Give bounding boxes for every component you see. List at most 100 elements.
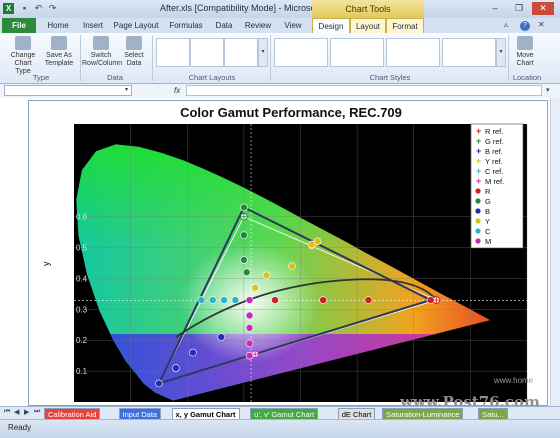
close-icon[interactable]: ✕ [532, 2, 554, 15]
redo-icon[interactable]: ↷ [47, 3, 58, 14]
legend-entry: C ref. [485, 167, 503, 176]
chart-style-1[interactable] [274, 38, 328, 67]
legend-marker-dot [475, 198, 481, 204]
restore-icon[interactable]: ❐ [508, 2, 530, 15]
switch-icon [93, 36, 109, 50]
save-icon[interactable]: ▪ [19, 3, 30, 14]
legend-entry: G [485, 197, 491, 206]
tab-review[interactable]: Review [240, 18, 276, 33]
ribbon: Change Chart Type Save As Template Type … [0, 33, 560, 84]
group-label-chart-styles: Chart Styles [369, 73, 411, 82]
ribbon-minimize-icon[interactable]: ▵ [504, 20, 508, 29]
legend-marker-cross: + [476, 146, 481, 156]
legend-entry: M ref. [485, 177, 504, 186]
data-point [251, 283, 259, 292]
legend-entry: Y [485, 217, 490, 226]
tab-layout[interactable]: Layout [350, 18, 386, 33]
tab-data[interactable]: Data [210, 18, 238, 33]
template-icon [51, 36, 67, 50]
data-point [245, 324, 254, 332]
chart-style-4[interactable] [442, 38, 496, 67]
move-chart-button[interactable]: Move Chart [512, 36, 538, 68]
legend-marker-dot [475, 238, 481, 244]
group-label-location: Location [512, 73, 542, 82]
data-point [288, 262, 296, 270]
window-title: After.xls [Compatibility Mode] - Microso… [160, 3, 337, 13]
chart-style-2[interactable] [330, 38, 384, 67]
group-label-chart-layouts: Chart Layouts [188, 73, 236, 82]
legend-marker-dot [475, 208, 481, 214]
vertical-scrollbar[interactable] [550, 98, 560, 406]
legend-marker-cross: + [476, 136, 481, 146]
chart-layout-thumb-3[interactable] [224, 38, 258, 67]
excel-logo-icon[interactable]: X [3, 3, 14, 14]
data-point [240, 203, 248, 212]
formula-bar: ▾ fx ▾ [0, 84, 560, 99]
save-as-template-button[interactable]: Save As Template [42, 36, 76, 68]
chart-style-3[interactable] [386, 38, 440, 67]
legend-entry: G ref. [485, 137, 504, 146]
legend-entry: Y ref. [485, 157, 503, 166]
data-point [426, 296, 435, 304]
last-sheet-icon[interactable]: ⏭ [34, 408, 40, 416]
legend-marker-dot [475, 188, 481, 194]
legend-marker-dot [475, 228, 481, 234]
tab-home[interactable]: Home [40, 18, 76, 33]
legend-entry: B [485, 207, 490, 216]
chart-legend: + R ref. + G ref. + B ref. + Y ref. + C ref. + M re… [470, 123, 524, 249]
data-point [189, 348, 197, 357]
formula-expand-icon[interactable]: ▾ [546, 86, 550, 94]
move-chart-icon [517, 36, 533, 50]
data-point [245, 296, 254, 304]
data-point [262, 271, 271, 280]
legend-entry: C [485, 227, 491, 236]
tab-format[interactable]: Format [386, 18, 424, 33]
legend-entry: R ref. [485, 127, 503, 136]
select-data-button[interactable]: Select Data [120, 36, 148, 68]
ribbon-divider [152, 35, 153, 81]
first-sheet-icon[interactable]: ⏮ [4, 408, 10, 416]
legend-marker-cross: + [476, 156, 481, 166]
group-label-type: Type [32, 73, 50, 82]
layouts-more-icon[interactable]: ▾ [258, 38, 268, 67]
styles-more-icon[interactable]: ▾ [496, 38, 506, 67]
chart-layout-thumb-2[interactable] [190, 38, 224, 67]
chart-area[interactable]: Color Gamut Performance, REC.709 0.1 0.2 0… [28, 100, 548, 406]
prev-sheet-icon[interactable]: ◀ [14, 408, 19, 416]
minimize-icon[interactable]: – [484, 2, 506, 15]
data-point [220, 296, 228, 304]
tab-insert[interactable]: Insert [76, 18, 110, 33]
tab-page-layout[interactable]: Page Layout [110, 18, 162, 33]
formula-input[interactable] [186, 85, 542, 96]
watermark-subtext: www.home [494, 376, 534, 385]
change-chart-type-button[interactable]: Change Chart Type [6, 36, 40, 76]
group-label-data: Data [107, 73, 123, 82]
tab-file[interactable]: File [2, 18, 36, 33]
chart-layout-thumb-1[interactable] [156, 38, 190, 67]
switch-row-column-label: Switch Row/Column [82, 52, 123, 67]
legend-entry: R [485, 187, 491, 196]
name-box-dropdown-icon[interactable]: ▾ [125, 86, 128, 93]
move-chart-label: Move Chart [516, 52, 534, 67]
legend-marker-cross: + [476, 166, 481, 176]
tab-formulas[interactable]: Formulas [164, 18, 208, 33]
help-icon[interactable]: ? [520, 21, 530, 31]
ribbon-close-icon[interactable]: ✕ [538, 20, 545, 29]
data-point [240, 231, 248, 239]
next-sheet-icon[interactable]: ▶ [24, 408, 29, 416]
data-point [155, 379, 163, 388]
title-bar: X ▪ ↶ ↷ After.xls [Compatibility Mode] -… [0, 0, 560, 18]
ribbon-tabs: File Home Insert Page Layout Formulas Da… [0, 18, 560, 34]
y-tick-label: 0.3 [76, 305, 88, 314]
data-point [242, 268, 251, 277]
select-data-icon [126, 36, 142, 50]
tab-view[interactable]: View [278, 18, 308, 33]
ribbon-divider [270, 35, 271, 81]
tab-design[interactable]: Design [312, 18, 350, 33]
legend-marker-cross: + [476, 126, 481, 136]
chart-title: Color Gamut Performance, REC.709 [180, 105, 402, 120]
undo-icon[interactable]: ↶ [33, 3, 44, 14]
switch-row-column-button[interactable]: Switch Row/Column [82, 36, 123, 68]
fx-label[interactable]: fx [174, 86, 180, 95]
name-box[interactable] [4, 85, 132, 96]
